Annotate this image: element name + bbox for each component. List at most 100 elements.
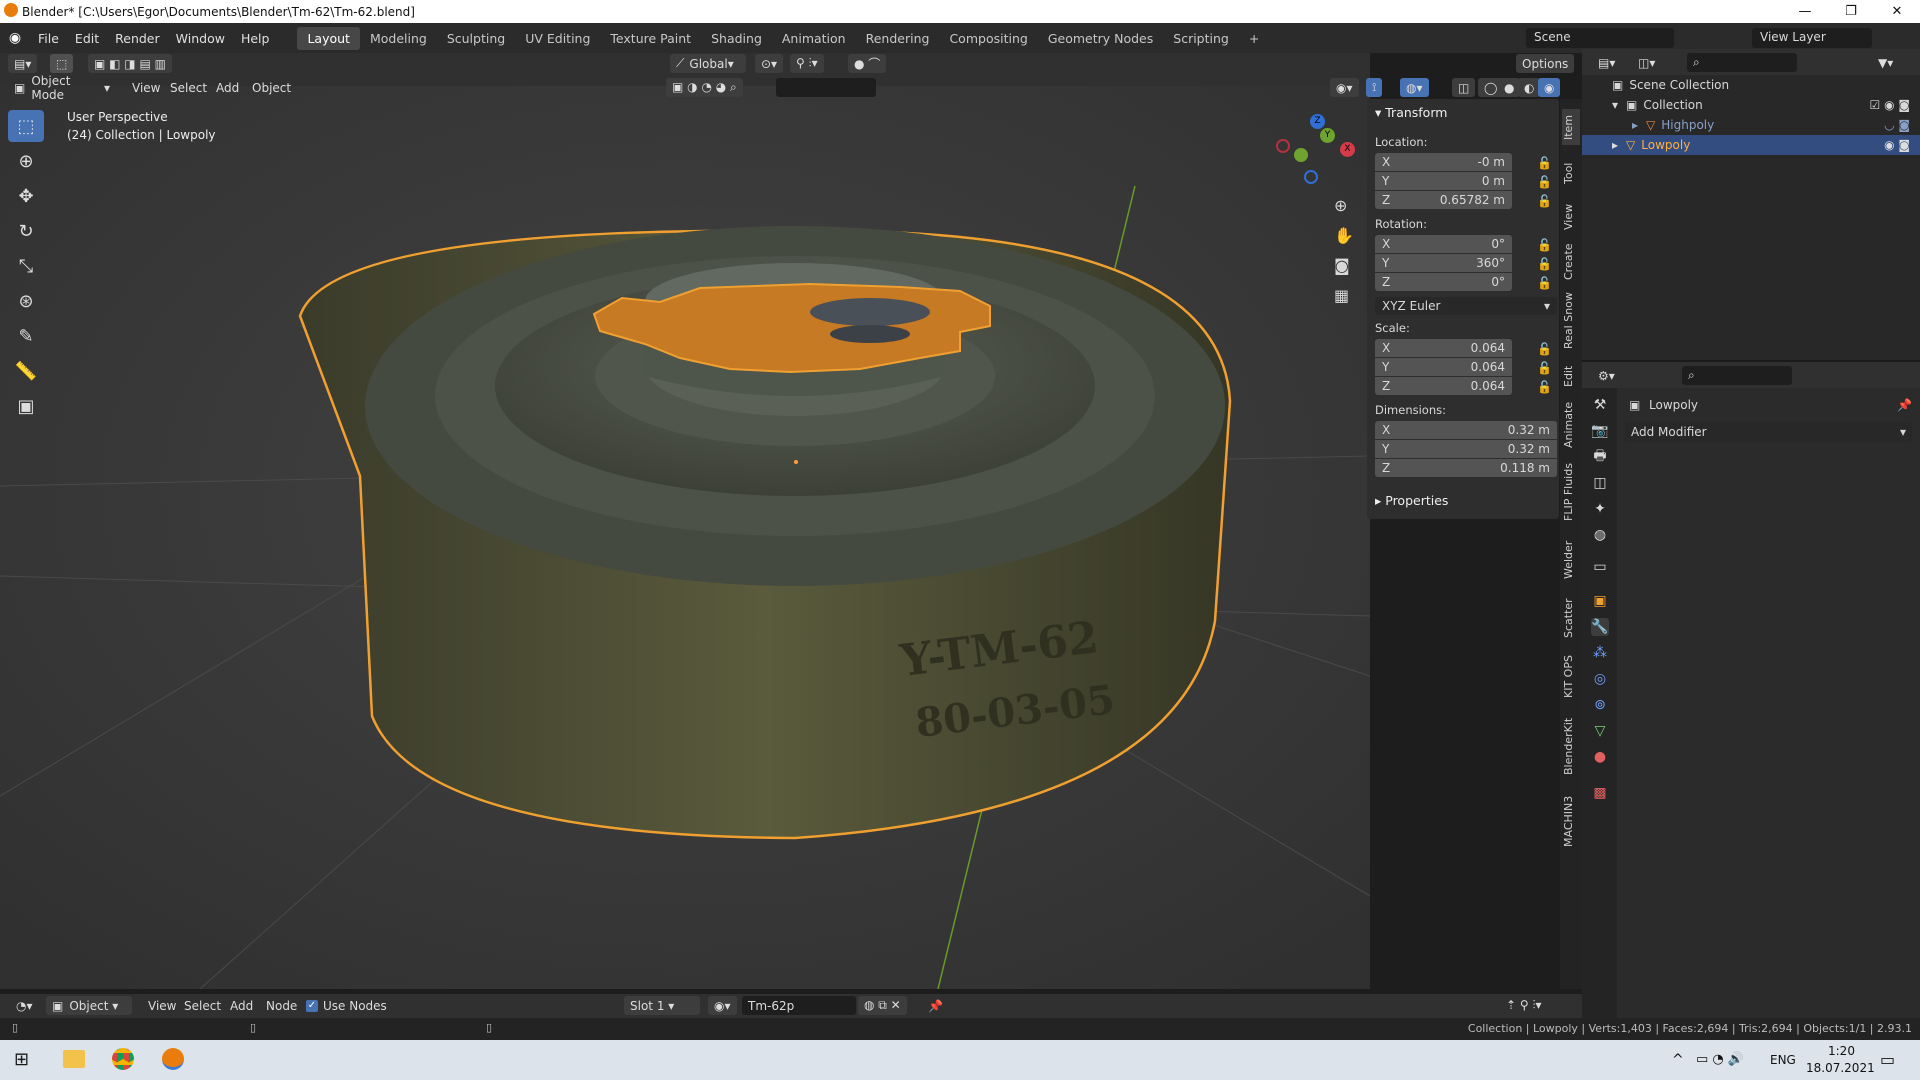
- tab-sculpting[interactable]: Sculpting: [437, 27, 515, 50]
- particles-icon[interactable]: ⁂: [1591, 644, 1609, 662]
- world-icon[interactable]: ◍: [1591, 526, 1609, 544]
- rotate-tool-icon[interactable]: ↻: [8, 215, 44, 247]
- view-layer-icon[interactable]: ◫: [1591, 474, 1609, 492]
- material-browse-icon[interactable]: ◉▾: [708, 996, 737, 1015]
- tab-modeling[interactable]: Modeling: [360, 27, 437, 50]
- tab-flip-fluids[interactable]: FLIP Fluids: [1562, 457, 1580, 527]
- outliner-item-highpoly[interactable]: ▸ ▽ Highpoly ◡ ◙: [1582, 115, 1920, 135]
- outliner-search[interactable]: ⌕: [1687, 53, 1797, 72]
- gizmo-toggle-icon[interactable]: ⟟: [1366, 78, 1383, 97]
- menu-window[interactable]: Window: [168, 31, 233, 46]
- pan-hand-icon[interactable]: ✋: [1334, 226, 1354, 245]
- lock-icon[interactable]: 🔓: [1537, 276, 1552, 290]
- tab-animate[interactable]: Animate: [1562, 399, 1580, 451]
- tray-icons[interactable]: ▭ ◔ 🔊: [1696, 1052, 1744, 1067]
- add-workspace-button[interactable]: +: [1239, 27, 1269, 50]
- outliner-collection[interactable]: ▾ ▣ Collection ☑ ◉ ◙: [1582, 95, 1920, 115]
- lock-icon[interactable]: 🔓: [1537, 380, 1552, 394]
- tab-scatter[interactable]: Scatter: [1562, 593, 1580, 643]
- select-box-icon[interactable]: ⬚: [50, 54, 74, 73]
- location-x-field[interactable]: X -0 m: [1375, 153, 1512, 171]
- dimension-y-field[interactable]: Y 0.32 m: [1375, 440, 1557, 458]
- snap-icons[interactable]: ⇡ ⚲ ⫶▾: [1500, 996, 1548, 1015]
- blender-taskbar-icon[interactable]: [162, 1048, 184, 1070]
- visibility-icons[interactable]: ◉ ◙: [1884, 138, 1910, 152]
- gizmo-neg-z[interactable]: [1304, 170, 1318, 184]
- gizmo-y-axis[interactable]: Y: [1320, 128, 1335, 143]
- minimize-button[interactable]: —: [1782, 0, 1828, 23]
- add-menu[interactable]: Add: [210, 78, 245, 97]
- view-menu[interactable]: View: [126, 78, 166, 97]
- tab-machin3[interactable]: MACHIN3: [1562, 789, 1580, 853]
- camera-view-icon[interactable]: ◙: [1334, 256, 1350, 275]
- view-menu[interactable]: View: [142, 996, 182, 1015]
- tab-geometry-nodes[interactable]: Geometry Nodes: [1038, 27, 1163, 50]
- orientation-dropdown[interactable]: ⟋ Global ▾: [670, 54, 746, 73]
- navigation-gizmo[interactable]: Z Y X: [1270, 112, 1360, 192]
- rotation-mode-dropdown[interactable]: XYZ Euler ▾: [1375, 297, 1557, 315]
- tab-edit[interactable]: Edit: [1562, 361, 1580, 391]
- menu-edit[interactable]: Edit: [67, 31, 107, 46]
- ortho-grid-icon[interactable]: ▦: [1334, 286, 1349, 305]
- add-cube-tool-icon[interactable]: ▣: [8, 390, 44, 422]
- language-indicator[interactable]: ENG: [1770, 1053, 1796, 1067]
- notification-icon[interactable]: ▭: [1880, 1050, 1895, 1069]
- tray-up-arrow-icon[interactable]: ^: [1672, 1052, 1684, 1068]
- pin-icon[interactable]: 📌: [922, 996, 949, 1015]
- selection-mode-icons[interactable]: ▣ ◧ ◨ ▤ ▥: [88, 54, 172, 73]
- menu-file[interactable]: File: [30, 31, 67, 46]
- dimension-x-field[interactable]: X 0.32 m: [1375, 421, 1557, 439]
- display-mode-icon[interactable]: ◫▾: [1632, 53, 1661, 72]
- dimension-z-field[interactable]: Z 0.118 m: [1375, 459, 1557, 477]
- scale-z-field[interactable]: Z 0.064: [1375, 377, 1512, 395]
- chrome-icon[interactable]: [112, 1048, 134, 1070]
- visibility-icon[interactable]: ◉▾: [1330, 78, 1359, 97]
- snap-icon[interactable]: ⚲ ⫶▾: [790, 54, 824, 73]
- measure-tool-icon[interactable]: 📏: [8, 355, 44, 387]
- tab-real-snow[interactable]: Real Snow: [1562, 291, 1580, 351]
- windows-start-icon[interactable]: ⊞: [14, 1049, 29, 1070]
- scene-selector[interactable]: Scene: [1526, 28, 1674, 48]
- tab-layout[interactable]: Layout: [297, 26, 360, 50]
- tab-rendering[interactable]: Rendering: [856, 27, 940, 50]
- render-icon[interactable]: 📷: [1591, 422, 1609, 440]
- slot-dropdown[interactable]: Slot 1 ▾: [624, 996, 700, 1015]
- file-explorer-icon[interactable]: [63, 1050, 85, 1068]
- lock-icon[interactable]: 🔓: [1537, 257, 1552, 271]
- object-menu[interactable]: Object: [246, 78, 297, 97]
- rotation-x-field[interactable]: X 0°: [1375, 235, 1512, 253]
- collection-icon[interactable]: ▭: [1591, 558, 1609, 576]
- lock-icon[interactable]: 🔓: [1537, 156, 1552, 170]
- view-layer-selector[interactable]: View Layer: [1752, 28, 1872, 48]
- editor-type-icon[interactable]: ▤▾: [8, 54, 38, 73]
- object-mode-dropdown[interactable]: ▣ Object Mode ▾: [8, 74, 116, 102]
- properties-section-header[interactable]: ▸ Properties: [1375, 493, 1448, 508]
- properties-editor-icon[interactable]: ⚙▾: [1592, 366, 1621, 385]
- render-shading-icon[interactable]: ◉: [1538, 78, 1561, 97]
- gizmo-neg-x[interactable]: [1276, 139, 1290, 153]
- modifier-wrench-icon[interactable]: 🔧: [1591, 618, 1609, 636]
- select-menu[interactable]: Select: [178, 996, 227, 1015]
- scale-y-field[interactable]: Y 0.064: [1375, 358, 1512, 376]
- tab-create[interactable]: Create: [1562, 239, 1580, 285]
- pivot-dropdown[interactable]: ⊙▾: [755, 54, 784, 73]
- visibility-icons[interactable]: ◡ ◙: [1884, 118, 1910, 132]
- gizmo-z-axis[interactable]: Z: [1310, 114, 1325, 129]
- move-tool-icon[interactable]: ✥: [8, 180, 44, 212]
- use-nodes-checkbox[interactable]: ✓ Use Nodes: [300, 996, 393, 1015]
- shader-type-dropdown[interactable]: ▣ Object ▾: [46, 996, 132, 1015]
- scale-tool-icon[interactable]: ⤡: [8, 250, 44, 282]
- xray-icon[interactable]: ◫: [1452, 78, 1476, 97]
- texture-icon[interactable]: ▩: [1591, 784, 1609, 802]
- object-icon[interactable]: ▣: [1591, 592, 1609, 610]
- 3d-viewport[interactable]: Y-TM-62 80-03-05 User Perspective (24) C…: [0, 76, 1370, 989]
- outliner-item-lowpoly[interactable]: ▸ ▽ Lowpoly ◉ ◙: [1582, 135, 1920, 155]
- gizmo-x-axis[interactable]: X: [1340, 142, 1355, 157]
- menu-help[interactable]: Help: [233, 31, 278, 46]
- outliner-scene-collection[interactable]: ▣ Scene Collection: [1582, 75, 1920, 95]
- physics-icon[interactable]: ◎: [1591, 670, 1609, 688]
- mesh-data-icon[interactable]: ▽: [1591, 722, 1609, 740]
- zoom-icon[interactable]: ⊕: [1334, 196, 1347, 215]
- scale-x-field[interactable]: X 0.064: [1375, 339, 1512, 357]
- rotation-z-field[interactable]: Z 0°: [1375, 273, 1512, 291]
